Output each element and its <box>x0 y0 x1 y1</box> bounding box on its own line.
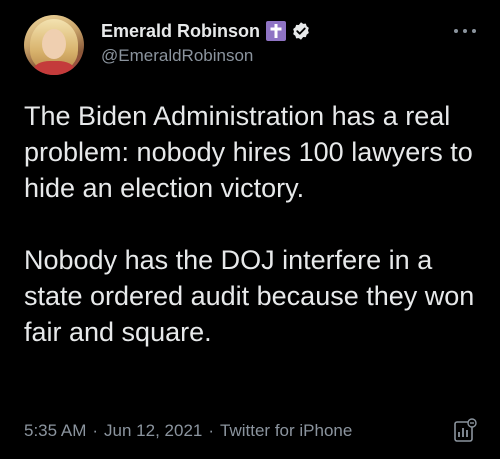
author-display-name[interactable]: Emerald Robinson <box>101 21 260 42</box>
avatar-face <box>42 29 66 59</box>
tweet-meta: 5:35 AM · Jun 12, 2021 · Twitter for iPhone <box>24 421 352 441</box>
cross-icon-glyph <box>270 24 282 38</box>
cross-icon <box>266 21 287 41</box>
more-dot <box>454 29 458 33</box>
verified-badge-icon <box>293 22 309 40</box>
avatar[interactable] <box>24 15 84 75</box>
avatar-top <box>34 61 74 75</box>
more-dot <box>463 29 467 33</box>
more-dot <box>472 29 476 33</box>
tweet-time[interactable]: 5:35 AM <box>24 421 86 440</box>
tweet-source[interactable]: Twitter for iPhone <box>220 421 352 440</box>
tweet-text: The Biden Administration has a real prob… <box>24 101 475 347</box>
author-name-row: Emerald Robinson <box>101 20 311 42</box>
tweet-date[interactable]: Jun 12, 2021 <box>104 421 202 440</box>
more-options-icon[interactable] <box>454 27 476 35</box>
author-handle[interactable]: @EmeraldRobinson <box>101 46 253 66</box>
meta-separator: · <box>92 421 99 440</box>
tweet-card: Emerald Robinson @EmeraldRobinson The Bi… <box>0 0 500 459</box>
meta-separator: · <box>208 421 215 440</box>
analytics-icon[interactable] <box>452 418 478 444</box>
